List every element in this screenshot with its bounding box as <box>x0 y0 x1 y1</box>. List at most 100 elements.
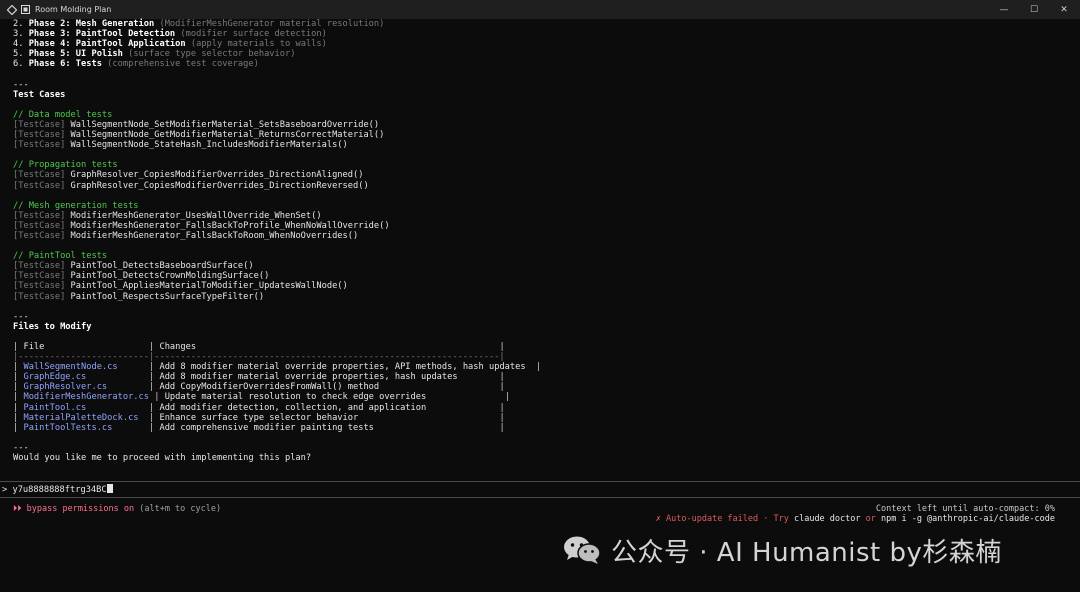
file-change: Add comprehensive modifier painting test… <box>159 422 374 433</box>
files-heading: Files to Modify <box>13 321 92 332</box>
files-table-row: | MaterialPaletteDock.cs | Enhance surfa… <box>13 412 505 423</box>
separator: --- <box>13 443 1073 453</box>
test-case-line: [TestCase] PaintTool_RespectsSurfaceType… <box>13 292 1073 302</box>
wechat-icon <box>563 535 601 565</box>
minimize-button[interactable]: — <box>988 0 1020 19</box>
app-icon <box>6 4 17 15</box>
test-case-tag: [TestCase] <box>13 230 66 241</box>
test-case-tag: [TestCase] <box>13 261 66 272</box>
maximize-button[interactable]: ☐ <box>1018 0 1050 19</box>
section-heading: Test Cases <box>13 90 1073 100</box>
test-case-name: PaintTool_DetectsCrownMoldingSurface() <box>70 271 270 282</box>
files-table-rule: |-------------------------|-------------… <box>13 352 1073 362</box>
title-bar: Room Molding Plan — ☐ ✕ <box>0 0 1080 19</box>
comment-line: // Data model tests <box>13 110 1073 120</box>
test-case-tag: [TestCase] <box>13 140 66 151</box>
file-link[interactable]: GraphResolver.cs <box>23 382 107 392</box>
phase-description: (surface type selector behavior) <box>128 49 296 60</box>
files-col-file: File <box>23 342 45 352</box>
update-or: or <box>865 514 876 524</box>
file-change: Add modifier detection, collection, and … <box>159 402 427 413</box>
files-table-header: | File | Changes | <box>13 342 505 352</box>
test-case-line: [TestCase] PaintTool_DetectsCrownMolding… <box>13 271 1073 281</box>
text-cursor <box>106 484 113 493</box>
test-case-name: GraphResolver_CopiesModifierOverrides_Di… <box>70 180 369 191</box>
phase-label: Phase 6: Tests <box>28 59 102 70</box>
test-case-line: [TestCase] PaintTool_AppliesMaterialToMo… <box>13 281 1073 291</box>
test-case-tag: [TestCase] <box>13 180 66 191</box>
bypass-marker-icon: ⏵⏵ <box>13 504 22 514</box>
test-case-line: [TestCase] ModifierMeshGenerator_FallsBa… <box>13 221 1073 231</box>
separator-text: --- <box>13 442 29 453</box>
phase-label: Phase 4: PaintTool Application <box>28 39 186 50</box>
phase-label: Phase 3: PaintTool Detection <box>28 29 176 40</box>
file-link[interactable]: MaterialPaletteDock.cs <box>23 413 138 423</box>
file-link[interactable]: PaintToolTests.cs <box>23 423 112 433</box>
test-case-name: WallSegmentNode_StateHash_IncludesModifi… <box>70 140 348 151</box>
test-case-name: WallSegmentNode_GetModifierMaterial_Retu… <box>70 130 385 141</box>
update-status: ✗ Auto-update failed · Try claude doctor… <box>656 514 1055 524</box>
test-cases-heading: Test Cases <box>13 89 66 100</box>
prompt-symbol: > <box>2 485 8 495</box>
test-case-name: PaintTool_RespectsSurfaceTypeFilter() <box>70 291 265 302</box>
phase-line: 4. Phase 4: PaintTool Application (apply… <box>13 39 1073 49</box>
separator: --- <box>13 80 1073 90</box>
update-cmd-doctor: claude doctor <box>793 514 861 524</box>
test-case-line: [TestCase] GraphResolver_CopiesModifierO… <box>13 170 1073 180</box>
proceed-question: Would you like me to proceed with implem… <box>13 453 312 464</box>
file-link[interactable]: ModifierMeshGenerator.cs <box>23 392 149 402</box>
comment-line: // Mesh generation tests <box>13 201 1073 211</box>
test-case-tag: [TestCase] <box>13 170 66 181</box>
bypass-status: ⏵⏵ bypass permissions on (alt+m to cycle… <box>13 504 221 514</box>
test-case-tag: [TestCase] <box>13 271 66 282</box>
file-change: Add 8 modifier material override propert… <box>159 362 526 373</box>
phase-line: 5. Phase 5: UI Polish (surface type sele… <box>13 49 1073 59</box>
file-change: Add CopyModifierOverridesFromWall() meth… <box>159 382 380 393</box>
bypass-hint: (alt+m to cycle) <box>139 504 222 514</box>
test-case-line: [TestCase] GraphResolver_CopiesModifierO… <box>13 181 1073 191</box>
test-case-name: WallSegmentNode_SetModifierMaterial_Sets… <box>70 119 380 130</box>
test-case-name: ModifierMeshGenerator_UsesWallOverride_W… <box>70 210 322 221</box>
phase-number: 3. <box>13 29 24 40</box>
phase-number: 5. <box>13 49 24 60</box>
phase-description: (ModifierMeshGenerator material resoluti… <box>159 19 385 29</box>
phase-number: 6. <box>13 59 24 70</box>
test-case-tag: [TestCase] <box>13 220 66 231</box>
terminal-output: 2. Phase 2: Mesh Generation (ModifierMes… <box>13 19 1073 463</box>
prompt-input[interactable]: > y7u8888888ftrg34BC <box>2 484 113 495</box>
test-group-comment: // Data model tests <box>13 109 113 120</box>
question-line: Would you like me to proceed with implem… <box>13 453 1073 463</box>
input-top-border <box>0 481 1080 482</box>
files-table-row: | GraphEdge.cs | Add 8 modifier material… <box>13 372 505 383</box>
terminal-tab-icon <box>20 4 31 15</box>
file-link[interactable]: GraphEdge.cs <box>23 372 86 382</box>
close-button[interactable]: ✕ <box>1048 0 1080 19</box>
test-case-line: [TestCase] ModifierMeshGenerator_FallsBa… <box>13 231 1073 241</box>
file-change: Enhance surface type selector behavior <box>159 412 359 423</box>
phase-description: (apply materials to walls) <box>190 39 327 50</box>
file-link[interactable]: WallSegmentNode.cs <box>23 362 117 372</box>
comment-line: // Propagation tests <box>13 160 1073 170</box>
section-heading: Files to Modify <box>13 322 1073 332</box>
phase-number: 2. <box>13 19 24 29</box>
file-link[interactable]: PaintTool.cs <box>23 403 86 413</box>
phase-line: 3. Phase 3: PaintTool Detection (modifie… <box>13 29 1073 39</box>
phase-number: 4. <box>13 39 24 50</box>
file-change: Update material resolution to check edge… <box>164 392 427 403</box>
phase-label: Phase 5: UI Polish <box>28 49 123 60</box>
files-table-row: | ModifierMeshGenerator.cs | Update mate… <box>13 392 510 403</box>
test-case-tag: [TestCase] <box>13 210 66 221</box>
test-case-line: [TestCase] WallSegmentNode_StateHash_Inc… <box>13 140 1073 150</box>
phase-description: (comprehensive test coverage) <box>107 59 259 70</box>
test-case-name: PaintTool_DetectsBaseboardSurface() <box>70 261 254 272</box>
update-text: Auto-update failed · Try <box>666 514 789 524</box>
files-table-row: | GraphResolver.cs | Add CopyModifierOve… <box>13 382 505 393</box>
files-table-row: | PaintToolTests.cs | Add comprehensive … <box>13 422 505 433</box>
